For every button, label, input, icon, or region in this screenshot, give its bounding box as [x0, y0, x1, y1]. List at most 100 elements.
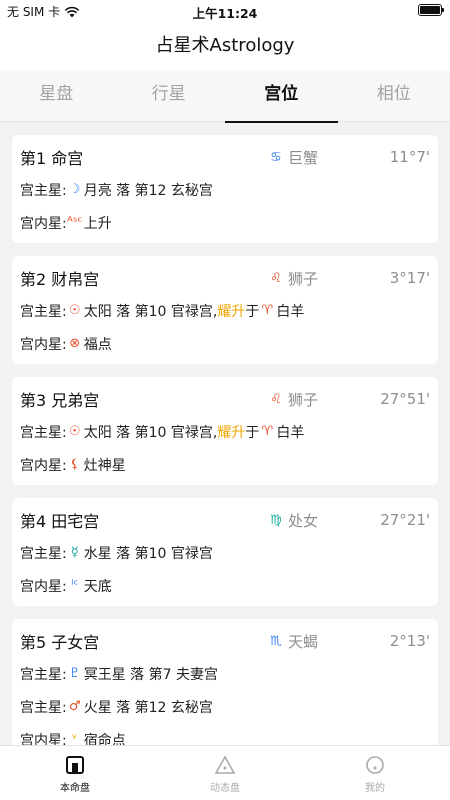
inner-row: 宫内星: ᴬˢᶜ 上升: [20, 206, 430, 239]
ruler-text: 冥王星 落 第7 夫妻宫: [83, 666, 218, 683]
inner-label: 宫内星:: [20, 457, 67, 474]
ruler-label: 宫主星:: [20, 182, 67, 199]
tab-natal-chart[interactable]: 本命盘: [0, 746, 150, 800]
inner-row: 宫内星: ᵛ 宿命点: [20, 723, 430, 745]
nav-bar: 占星术Astrology: [0, 22, 450, 70]
ruler-label: 宫主星:: [20, 303, 67, 320]
house-card[interactable]: 第2 财帛宫 ♌ 狮子 3°17' 宫主星: ☉ 太阳 落 第10 官禄宫, 耀…: [12, 256, 438, 364]
inner-row: 宫内星: ᴵᶜ 天底: [20, 569, 430, 602]
exalted-sign: 白羊: [276, 424, 305, 441]
mercury-icon: ☿: [70, 545, 79, 560]
leo-icon: ♌: [270, 270, 282, 286]
sign-name: 狮子: [288, 390, 319, 409]
house-card[interactable]: 第4 田宅宫 ♍ 处女 27°21' 宫主星: ☿ 水星 落 第10 官禄宫 宫…: [12, 498, 438, 606]
tab-label: 动态盘: [210, 783, 240, 794]
sign-name: 狮子: [288, 269, 319, 288]
user-icon: [366, 756, 384, 774]
tab-aspects[interactable]: 相位: [338, 70, 450, 121]
ruler-label: 宫主星:: [20, 424, 67, 441]
sun-icon: ☉: [68, 424, 81, 439]
inner-label: 宫内星:: [20, 215, 67, 232]
ruler-row: 宫主星: ☉ 太阳 落 第10 官禄宫, 耀升 于 ♈ 白羊: [20, 294, 430, 327]
aries-icon: ♈: [261, 303, 274, 318]
house-title: 第4 田宅宫: [20, 512, 100, 531]
sign-label: ♏ 天蝎: [268, 631, 348, 652]
ruler-text: 月亮 落 第12 玄秘宫: [83, 182, 213, 199]
triangle-icon: [214, 755, 236, 774]
moon-icon: ☽: [68, 182, 81, 197]
vesta-icon: ⚸: [69, 457, 80, 472]
house-title: 第3 兄弟宫: [20, 391, 100, 410]
ruler-label: 宫主星:: [20, 666, 67, 683]
pluto-icon: ♇: [68, 666, 81, 681]
ruler-row: 宫主星: ♂ 火星 落 第12 玄秘宫: [20, 690, 430, 723]
ruler-row: 宫主星: ☿ 水星 落 第10 官禄宫: [20, 536, 430, 569]
degree-value: 2°13': [389, 632, 430, 650]
house-card[interactable]: 第5 子女宫 ♏ 天蝎 2°13' 宫主星: ♇ 冥王星 落 第7 夫妻宫 宫主…: [12, 619, 438, 745]
category-tabs: 星盘 行星 宫位 相位: [0, 70, 450, 124]
virgo-icon: ♍: [270, 512, 282, 528]
inner-text: 福点: [83, 336, 112, 353]
fortune-icon: ⊗: [69, 336, 81, 351]
ruler-row: 宫主星: ☉ 太阳 落 第10 官禄宫, 耀升 于 ♈ 白羊: [20, 415, 430, 448]
degree-value: 11°7': [389, 148, 430, 166]
leo-icon: ♌: [270, 391, 282, 407]
ruler-row: 宫主星: ♇ 冥王星 落 第7 夫妻宫: [20, 657, 430, 690]
exalted-label: 耀升: [217, 424, 246, 441]
cancer-icon: ♋: [270, 149, 282, 165]
inner-text: 宿命点: [83, 732, 126, 746]
house-card[interactable]: 第3 兄弟宫 ♌ 狮子 27°51' 宫主星: ☉ 太阳 落 第10 官禄宫, …: [12, 377, 438, 485]
exalted-in: 于: [245, 424, 260, 441]
sign-label: ♌ 狮子: [268, 389, 348, 410]
inner-label: 宫内星:: [20, 732, 67, 746]
house-list-scroll[interactable]: 第1 命宫 ♋ 巨蟹 11°7' 宫主星: ☽ 月亮 落 第12 玄秘宫 宫内星…: [0, 123, 450, 745]
ruler-text: 太阳 落 第10 官禄宫,: [83, 424, 218, 441]
tab-profile[interactable]: 我的: [300, 746, 450, 800]
inner-row: 宫内星: ⊗ 福点: [20, 327, 430, 360]
sun-icon: ☉: [68, 303, 81, 318]
battery-icon: [418, 4, 444, 16]
sign-label: ♍ 处女: [268, 510, 348, 531]
tab-transit-chart[interactable]: 动态盘: [150, 746, 300, 800]
ruler-label: 宫主星:: [20, 699, 67, 716]
degree-value: 27°51': [380, 390, 430, 408]
tab-chart[interactable]: 星盘: [0, 70, 113, 121]
sign-name: 天蝎: [288, 632, 319, 651]
inner-row: 宫内星: ⚸ 灶神星: [20, 448, 430, 481]
scorpio-icon: ♏: [270, 633, 282, 649]
inner-text: 上升: [83, 215, 112, 232]
inner-label: 宫内星:: [20, 336, 67, 353]
aries-icon: ♈: [261, 424, 274, 439]
ruler-label: 宫主星:: [20, 545, 67, 562]
imum-coeli-icon: ᴵᶜ: [71, 578, 79, 593]
ascendant-icon: ᴬˢᶜ: [67, 215, 83, 230]
tab-label: 本命盘: [60, 783, 90, 794]
exalted-label: 耀升: [217, 303, 246, 320]
sign-label: ♌ 狮子: [268, 268, 348, 289]
vertex-icon: ᵛ: [72, 732, 78, 745]
home-icon: [66, 756, 84, 774]
status-bar: 无 SIM 卡 上午11:24: [0, 0, 450, 22]
tab-planets[interactable]: 行星: [113, 70, 226, 121]
degree-value: 27°21': [380, 511, 430, 529]
house-list: 第1 命宫 ♋ 巨蟹 11°7' 宫主星: ☽ 月亮 落 第12 玄秘宫 宫内星…: [0, 123, 450, 745]
degree-value: 3°17': [389, 269, 430, 287]
ruler-text: 火星 落 第12 玄秘宫: [83, 699, 213, 716]
house-card[interactable]: 第1 命宫 ♋ 巨蟹 11°7' 宫主星: ☽ 月亮 落 第12 玄秘宫 宫内星…: [12, 135, 438, 243]
ruler-row: 宫主星: ☽ 月亮 落 第12 玄秘宫: [20, 173, 430, 206]
bottom-tab-bar: 本命盘 动态盘 我的: [0, 745, 450, 800]
sign-label: ♋ 巨蟹: [268, 147, 348, 168]
exalted-sign: 白羊: [276, 303, 305, 320]
exalted-in: 于: [245, 303, 260, 320]
tab-label: 我的: [365, 783, 385, 794]
house-title: 第1 命宫: [20, 149, 84, 168]
inner-label: 宫内星:: [20, 578, 67, 595]
sign-name: 处女: [288, 511, 319, 530]
mars-icon: ♂: [68, 699, 81, 714]
status-time: 上午11:24: [192, 6, 258, 21]
house-title: 第5 子女宫: [20, 633, 100, 652]
tab-houses[interactable]: 宫位: [225, 70, 338, 124]
ruler-text: 水星 落 第10 官禄宫: [83, 545, 213, 562]
ruler-text: 太阳 落 第10 官禄宫,: [83, 303, 218, 320]
inner-text: 灶神星: [83, 457, 126, 474]
